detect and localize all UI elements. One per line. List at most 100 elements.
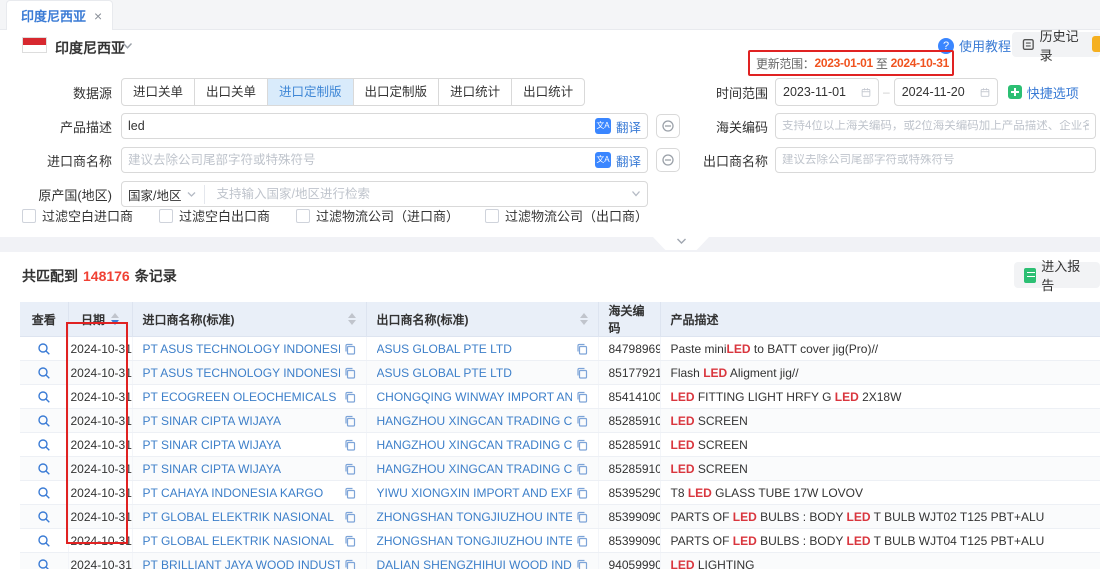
view-magnifier-icon[interactable] <box>37 342 51 356</box>
importer-link[interactable]: PT CAHAYA INDONESIA KARGO <box>143 486 324 500</box>
vip-icon[interactable] <box>1092 36 1100 52</box>
sort-icon[interactable] <box>111 313 119 325</box>
filter-blank-exporter[interactable]: 过滤空白出口商 <box>159 206 270 225</box>
col-importer[interactable]: 进口商名称(标准) <box>132 302 366 337</box>
exporter-link[interactable]: YIWU XIONGXIN IMPORT AND EXPORT... <box>377 486 572 500</box>
importer-link[interactable]: PT ASUS TECHNOLOGY INDONESIA BA... <box>143 342 340 356</box>
enter-report-button[interactable]: 进入报告 <box>1014 262 1100 288</box>
view-magnifier-icon[interactable] <box>37 510 51 524</box>
copy-icon[interactable] <box>576 439 588 451</box>
exporter-link[interactable]: ZHONGSHAN TONGJIUZHOU INTERNA... <box>377 510 572 524</box>
exporter-link[interactable]: HANGZHOU XINGCAN TRADING CO LTD <box>377 438 572 452</box>
importer-link[interactable]: PT SINAR CIPTA WIJAYA <box>143 462 281 476</box>
exporter-input[interactable] <box>782 154 1089 166</box>
history-button[interactable]: 历史记录 <box>1012 32 1100 57</box>
translate-button[interactable]: 翻译 <box>616 117 641 136</box>
chevron-down-icon[interactable] <box>631 190 641 198</box>
tab-import-declarations[interactable]: 进口关单 <box>122 79 195 105</box>
view-magnifier-icon[interactable] <box>37 534 51 548</box>
view-record-button[interactable] <box>20 433 68 457</box>
filter-blank-importer[interactable]: 过滤空白进口商 <box>22 206 133 225</box>
importer-link[interactable]: PT GLOBAL ELEKTRIK NASIONAL <box>143 534 334 548</box>
copy-icon[interactable] <box>344 535 356 547</box>
exporter-link[interactable]: ASUS GLOBAL PTE LTD <box>377 366 512 380</box>
view-record-button[interactable] <box>20 361 68 385</box>
view-record-button[interactable] <box>20 337 68 361</box>
view-magnifier-icon[interactable] <box>37 390 51 404</box>
copy-icon[interactable] <box>344 391 356 403</box>
copy-icon[interactable] <box>344 511 356 523</box>
exporter-link[interactable]: CHONGQING WINWAY IMPORT AND E... <box>377 390 572 404</box>
view-magnifier-icon[interactable] <box>37 414 51 428</box>
importer-link[interactable]: PT GLOBAL ELEKTRIK NASIONAL <box>143 510 334 524</box>
view-magnifier-icon[interactable] <box>37 558 51 569</box>
importer-link[interactable]: PT ASUS TECHNOLOGY INDONESIA BA... <box>143 366 340 380</box>
start-date-input[interactable] <box>783 85 857 99</box>
col-date[interactable]: 日期 <box>68 302 132 337</box>
checkbox[interactable] <box>22 209 36 223</box>
view-magnifier-icon[interactable] <box>37 462 51 476</box>
copy-icon[interactable] <box>576 511 588 523</box>
importer-link[interactable]: PT SINAR CIPTA WIJAYA <box>143 414 281 428</box>
country-chevron-down-icon[interactable] <box>122 42 133 50</box>
end-date-input[interactable] <box>902 85 976 99</box>
copy-icon[interactable] <box>576 367 588 379</box>
origin-type-select[interactable]: 国家/地区 <box>128 185 205 204</box>
copy-icon[interactable] <box>576 535 588 547</box>
view-record-button[interactable] <box>20 409 68 433</box>
copy-icon[interactable] <box>344 559 356 569</box>
tab-import-statistics[interactable]: 进口统计 <box>439 79 512 105</box>
view-magnifier-icon[interactable] <box>37 438 51 452</box>
view-record-button[interactable] <box>20 553 68 569</box>
view-magnifier-icon[interactable] <box>37 366 51 380</box>
importer-link[interactable]: PT SINAR CIPTA WIJAYA <box>143 438 281 452</box>
tab-close-icon[interactable]: × <box>94 8 102 24</box>
copy-icon[interactable] <box>344 367 356 379</box>
copy-icon[interactable] <box>576 559 588 569</box>
copy-icon[interactable] <box>344 343 356 355</box>
importer-input[interactable] <box>128 153 590 167</box>
filter-logistics-exporter[interactable]: 过滤物流公司（出口商） <box>485 206 648 225</box>
tab-indonesia[interactable]: 印度尼西亚 × <box>6 0 113 30</box>
view-record-button[interactable] <box>20 505 68 529</box>
sort-icon[interactable] <box>580 313 588 325</box>
end-date-field[interactable] <box>894 78 998 106</box>
translate-button[interactable]: 翻译 <box>616 151 641 170</box>
checkbox[interactable] <box>159 209 173 223</box>
copy-icon[interactable] <box>344 487 356 499</box>
importer-link[interactable]: PT BRILLIANT JAYA WOOD INDUSTRY <box>143 558 340 569</box>
copy-icon[interactable] <box>576 391 588 403</box>
view-record-button[interactable] <box>20 481 68 505</box>
view-record-button[interactable] <box>20 529 68 553</box>
exporter-link[interactable]: ASUS GLOBAL PTE LTD <box>377 342 512 356</box>
start-date-field[interactable] <box>775 78 879 106</box>
tab-import-custom[interactable]: 进口定制版 <box>268 79 354 105</box>
exporter-link[interactable]: HANGZHOU XINGCAN TRADING CO LTD <box>377 462 572 476</box>
checkbox[interactable] <box>296 209 310 223</box>
tab-export-custom[interactable]: 出口定制版 <box>354 79 440 105</box>
tab-export-statistics[interactable]: 出口统计 <box>512 79 584 105</box>
hs-code-input[interactable] <box>782 120 1089 132</box>
view-record-button[interactable] <box>20 385 68 409</box>
sort-icon[interactable] <box>348 313 356 325</box>
exact-match-toggle[interactable] <box>656 114 680 138</box>
copy-icon[interactable] <box>576 415 588 427</box>
copy-icon[interactable] <box>344 439 356 451</box>
exporter-link[interactable]: ZHONGSHAN TONGJIUZHOU INTERNA... <box>377 534 572 548</box>
exporter-link[interactable]: HANGZHOU XINGCAN TRADING CO LTD <box>377 414 572 428</box>
copy-icon[interactable] <box>344 415 356 427</box>
view-magnifier-icon[interactable] <box>37 486 51 500</box>
quick-options-link[interactable]: 快捷选项 <box>1008 83 1079 102</box>
filter-logistics-importer[interactable]: 过滤物流公司（进口商） <box>296 206 459 225</box>
view-record-button[interactable] <box>20 457 68 481</box>
importer-link[interactable]: PT ECOGREEN OLEOCHEMICALS <box>143 390 337 404</box>
exporter-link[interactable]: DALIAN SHENGZHIHUI WOOD INDUST... <box>377 558 572 569</box>
checkbox[interactable] <box>485 209 499 223</box>
copy-icon[interactable] <box>576 343 588 355</box>
tab-export-declarations[interactable]: 出口关单 <box>195 79 268 105</box>
exact-match-toggle[interactable] <box>656 148 680 172</box>
origin-search-input[interactable] <box>216 187 626 201</box>
copy-icon[interactable] <box>344 463 356 475</box>
copy-icon[interactable] <box>576 487 588 499</box>
product-desc-input[interactable] <box>128 119 590 133</box>
